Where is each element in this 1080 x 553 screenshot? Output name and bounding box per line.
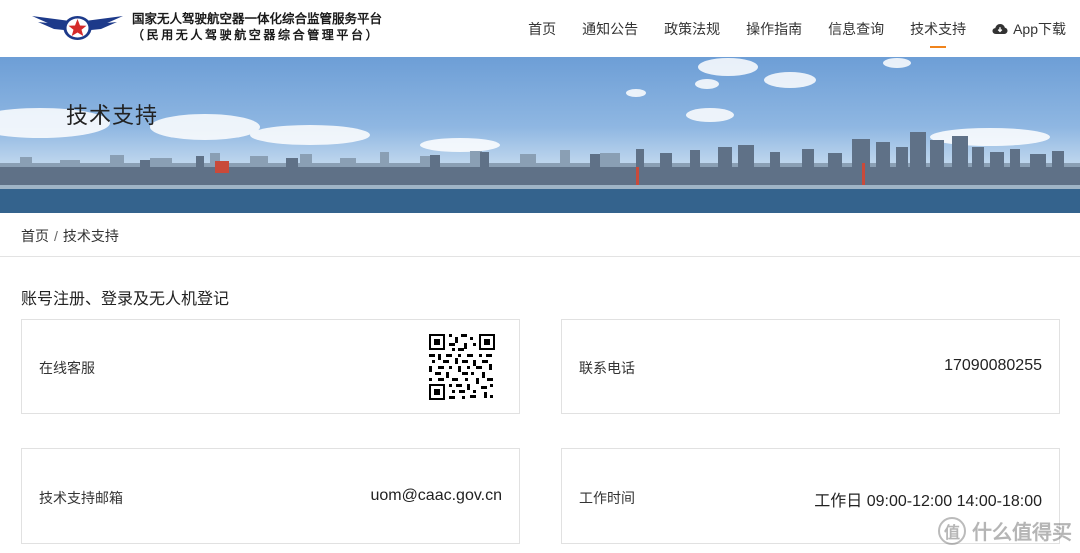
divider: [0, 256, 1080, 257]
email-value[interactable]: uom@caac.gov.cn: [370, 487, 502, 505]
nav-item-guides[interactable]: 操作指南: [746, 19, 802, 39]
breadcrumb-current: 技术支持: [62, 228, 119, 244]
breadcrumb-home[interactable]: 首页: [21, 228, 49, 244]
watermark: 值 什么值得买: [938, 516, 1072, 545]
banner: 技术支持: [0, 57, 1080, 213]
cloud-download-icon: [992, 23, 1008, 34]
online-service-card: 在线客服: [21, 319, 520, 414]
city-skyline-image: [0, 58, 1080, 213]
brand: 国家无人驾驶航空器一体化综合监管服务平台 （民用无人驾驶航空器综合管理平台）: [132, 11, 382, 43]
qr-code-icon[interactable]: [429, 334, 495, 400]
hours-label: 工作时间: [579, 490, 635, 506]
phone-label: 联系电话: [579, 360, 635, 376]
hours-value: 工作日 09:00-12:00 14:00-18:00: [814, 493, 1042, 510]
nav-item-home[interactable]: 首页: [528, 19, 556, 39]
main-nav: 首页 通知公告 政策法规 操作指南 信息查询 技术支持 App下载: [502, 0, 1066, 57]
online-service-label: 在线客服: [39, 360, 95, 376]
app-download-link[interactable]: App下载: [992, 19, 1066, 39]
smzdm-logo-icon: 值: [938, 516, 966, 545]
caac-logo-icon[interactable]: [30, 8, 125, 42]
breadcrumb-separator: /: [54, 228, 58, 244]
nav-item-info-query[interactable]: 信息查询: [828, 19, 884, 39]
watermark-text: 什么值得买: [972, 522, 1072, 544]
nav-item-tech-support[interactable]: 技术支持: [910, 19, 966, 39]
nav-item-policies[interactable]: 政策法规: [664, 19, 720, 39]
phone-card: 联系电话 17090080255: [561, 319, 1060, 414]
nav-item-notices[interactable]: 通知公告: [582, 19, 638, 39]
banner-title: 技术支持: [66, 103, 159, 128]
brand-title: 国家无人驾驶航空器一体化综合监管服务平台: [132, 12, 383, 26]
brand-subtitle: （民用无人驾驶航空器综合管理平台）: [132, 28, 381, 42]
phone-value[interactable]: 17090080255: [944, 357, 1042, 375]
header: 国家无人驾驶航空器一体化综合监管服务平台 （民用无人驾驶航空器综合管理平台） 首…: [0, 0, 1080, 57]
section-title: 账号注册、登录及无人机登记: [21, 291, 230, 308]
app-download-label: App下载: [1013, 20, 1066, 37]
email-card: 技术支持邮箱 uom@caac.gov.cn: [21, 448, 520, 544]
email-label: 技术支持邮箱: [39, 490, 123, 506]
breadcrumb: 首页 / 技术支持: [21, 226, 119, 246]
